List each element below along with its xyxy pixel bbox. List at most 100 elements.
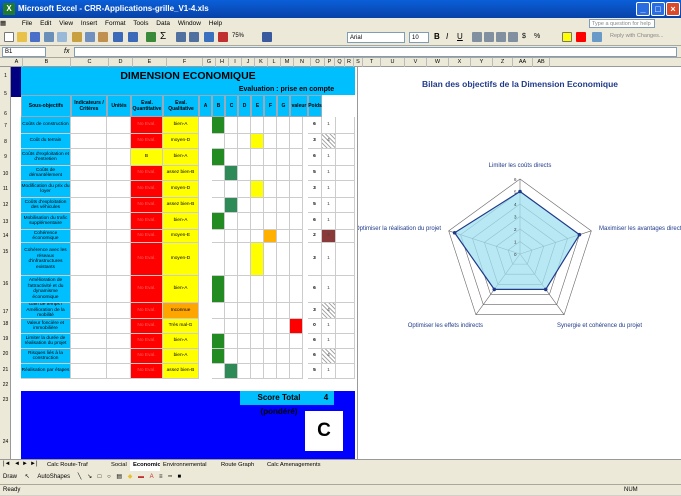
column-header[interactable]: O: [311, 58, 325, 67]
qual-eval-cell[interactable]: bien-A: [163, 276, 199, 303]
quant-eval-cell[interactable]: No Eval.: [131, 198, 163, 213]
column-header[interactable]: D: [109, 58, 133, 67]
shadow-icon[interactable]: ■: [178, 474, 182, 480]
help-icon[interactable]: [262, 32, 272, 42]
percent-icon[interactable]: %: [534, 32, 544, 42]
sort-desc-icon[interactable]: [189, 32, 199, 42]
indicator-cell[interactable]: [71, 319, 107, 334]
indicator-cell[interactable]: [71, 149, 107, 166]
column-header[interactable]: H: [216, 58, 229, 67]
qual-eval-cell[interactable]: moyen-D: [163, 134, 199, 149]
preview-icon[interactable]: [57, 32, 67, 42]
column-header[interactable]: X: [449, 58, 471, 67]
quant-eval-cell[interactable]: No Eval.: [131, 213, 163, 230]
value-cell[interactable]: 2: [308, 230, 322, 243]
quant-eval-cell[interactable]: No Eval.: [131, 243, 163, 276]
textbox-icon[interactable]: ▤: [116, 474, 122, 480]
next-sheet-icon[interactable]: ►: [22, 461, 28, 467]
value-cell[interactable]: 6: [308, 117, 322, 134]
value-cell[interactable]: 6: [308, 276, 322, 303]
pointer-icon[interactable]: ↖: [25, 474, 30, 480]
sous-objectif-cell[interactable]: Amélioration de l'attractivité et du dyn…: [21, 276, 71, 303]
unit-cell[interactable]: [107, 243, 131, 276]
minimize-button[interactable]: _: [636, 2, 650, 16]
qual-eval-cell[interactable]: bien-A: [163, 117, 199, 134]
worksheet[interactable]: DIMENSION ECONOMIQUE Evaluation : prise …: [11, 67, 681, 459]
row-header[interactable]: 10: [0, 171, 11, 177]
quant-eval-cell[interactable]: No Eval.: [131, 319, 163, 334]
review-icon[interactable]: [592, 32, 602, 42]
row-header[interactable]: 24: [0, 439, 11, 445]
quant-eval-cell[interactable]: No Eval.: [131, 166, 163, 181]
row-header[interactable]: 16: [0, 281, 11, 287]
help-search-input[interactable]: Type a question for help: [589, 19, 655, 28]
weight-cell[interactable]: 1: [322, 149, 336, 166]
draw-menu[interactable]: Draw: [3, 474, 17, 480]
menu-format[interactable]: Format: [105, 20, 126, 27]
menu-view[interactable]: View: [59, 20, 73, 27]
column-header[interactable]: R: [345, 58, 354, 67]
qual-eval-cell[interactable]: Très mal-G: [163, 319, 199, 334]
row-header[interactable]: 13: [0, 219, 11, 225]
unit-cell[interactable]: [107, 166, 131, 181]
line-icon[interactable]: ╲: [78, 474, 82, 480]
copy-icon[interactable]: [85, 32, 95, 42]
fill-bucket-icon[interactable]: ◆: [128, 474, 133, 480]
qual-eval-cell[interactable]: moyen-D: [163, 181, 199, 198]
row-header[interactable]: 22: [0, 382, 11, 388]
menu-edit[interactable]: Edit: [40, 20, 51, 27]
indicator-cell[interactable]: [71, 334, 107, 349]
indicator-cell[interactable]: [71, 364, 107, 379]
column-header[interactable]: U: [381, 58, 405, 67]
chart-wizard-icon[interactable]: [204, 32, 214, 42]
fx-icon[interactable]: fx: [64, 46, 69, 58]
unit-cell[interactable]: [107, 334, 131, 349]
column-header[interactable]: I: [229, 58, 242, 67]
column-header[interactable]: W: [427, 58, 449, 67]
column-header[interactable]: E: [133, 58, 167, 67]
align-right-icon[interactable]: [496, 32, 506, 42]
indicator-cell[interactable]: [71, 181, 107, 198]
column-header[interactable]: L: [268, 58, 281, 67]
menu-window[interactable]: Window: [178, 20, 201, 27]
sous-objectif-cell[interactable]: Valeur foncière et immobilière: [21, 319, 71, 334]
weight-cell[interactable]: 1: [322, 364, 336, 379]
quant-eval-cell[interactable]: No Eval.: [131, 364, 163, 379]
row-header[interactable]: 7: [0, 123, 11, 129]
font-color-icon[interactable]: [576, 32, 586, 42]
quant-eval-cell[interactable]: No Eval.: [131, 134, 163, 149]
close-button[interactable]: ×: [666, 2, 680, 16]
weight-cell[interactable]: 1: [322, 334, 336, 349]
weight-cell[interactable]: 1: [322, 166, 336, 181]
prev-sheet-icon[interactable]: ◄: [14, 461, 20, 467]
qual-eval-cell[interactable]: Inconnue: [163, 303, 199, 319]
cut-icon[interactable]: [72, 32, 82, 42]
arrow-icon[interactable]: ↘: [87, 474, 92, 480]
column-header[interactable]: A: [11, 58, 23, 67]
dash-style-icon[interactable]: ┅: [168, 474, 172, 480]
qual-eval-cell[interactable]: assez bien-B: [163, 166, 199, 181]
column-header[interactable]: Y: [471, 58, 493, 67]
column-header[interactable]: K: [255, 58, 268, 67]
name-box[interactable]: B1: [2, 47, 46, 57]
value-cell[interactable]: 3: [308, 303, 322, 319]
paste-icon[interactable]: [98, 32, 108, 42]
column-header[interactable]: J: [242, 58, 255, 67]
column-header[interactable]: M: [281, 58, 294, 67]
indicator-cell[interactable]: [71, 117, 107, 134]
row-header[interactable]: 20: [0, 351, 11, 357]
value-cell[interactable]: 3: [308, 243, 322, 276]
tab-calc-amenagements[interactable]: Calc Amenagements: [264, 460, 324, 471]
quant-eval-cell[interactable]: No Eval.: [131, 117, 163, 134]
sous-objectif-cell[interactable]: Cohérence avec les réseaux d'infrastruct…: [21, 243, 71, 276]
currency-icon[interactable]: $: [522, 32, 532, 42]
sum-icon[interactable]: Σ: [160, 32, 170, 42]
unit-cell[interactable]: [107, 213, 131, 230]
line-style-icon[interactable]: ≡: [159, 474, 163, 480]
row-header[interactable]: 19: [0, 336, 11, 342]
unit-cell[interactable]: [107, 230, 131, 243]
row-header[interactable]: 1: [0, 73, 11, 79]
menu-data[interactable]: Data: [156, 20, 170, 27]
qual-eval-cell[interactable]: assez bien-B: [163, 198, 199, 213]
column-header[interactable]: AA: [513, 58, 533, 67]
